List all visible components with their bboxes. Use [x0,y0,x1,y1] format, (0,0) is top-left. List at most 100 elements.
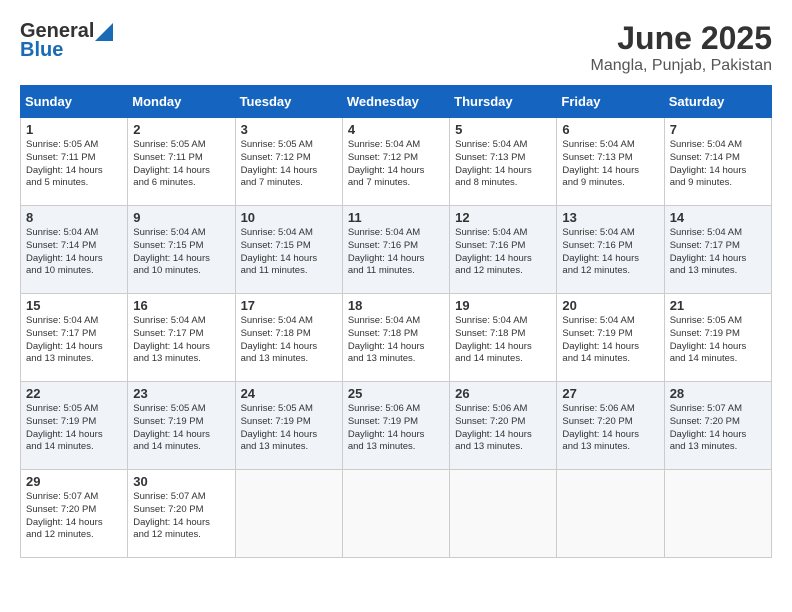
cell-info: Sunrise: 5:07 AMSunset: 7:20 PMDaylight:… [670,403,766,454]
calendar-cell: 7Sunrise: 5:04 AMSunset: 7:14 PMDaylight… [664,118,771,206]
col-header-saturday: Saturday [664,86,771,118]
calendar-cell: 11Sunrise: 5:04 AMSunset: 7:16 PMDayligh… [342,206,449,294]
day-number: 23 [133,386,229,401]
day-number: 20 [562,298,658,313]
cell-info: Sunrise: 5:05 AMSunset: 7:19 PMDaylight:… [241,403,337,454]
cell-info: Sunrise: 5:04 AMSunset: 7:17 PMDaylight:… [133,315,229,366]
cell-info: Sunrise: 5:05 AMSunset: 7:11 PMDaylight:… [26,139,122,190]
cell-info: Sunrise: 5:04 AMSunset: 7:16 PMDaylight:… [562,227,658,278]
calendar-cell: 24 Sunrise: 5:05 AMSunset: 7:19 PMDayligh… [235,382,342,470]
calendar-cell: 30 Sunrise: 5:07 AMSunset: 7:20 PMDayligh… [128,470,235,558]
day-number: 18 [348,298,444,313]
calendar-cell [557,470,664,558]
col-header-wednesday: Wednesday [342,86,449,118]
day-number: 3 [241,122,337,137]
cell-info: Sunrise: 5:04 AMSunset: 7:12 PMDaylight:… [348,139,444,190]
cell-info: Sunrise: 5:04 AMSunset: 7:14 PMDaylight:… [670,139,766,190]
calendar-body: 1 Sunrise: 5:05 AMSunset: 7:11 PMDaylight… [21,118,772,558]
cell-info: Sunrise: 5:04 AMSunset: 7:13 PMDaylight:… [562,139,658,190]
calendar-cell [450,470,557,558]
day-number: 11 [348,210,444,225]
day-number: 29 [26,474,122,489]
col-header-monday: Monday [128,86,235,118]
day-number: 30 [133,474,229,489]
cell-info: Sunrise: 5:05 AMSunset: 7:11 PMDaylight:… [133,139,229,190]
calendar-subtitle: Mangla, Punjab, Pakistan [591,57,772,75]
cell-info: Sunrise: 5:04 AMSunset: 7:15 PMDaylight:… [133,227,229,278]
day-number: 28 [670,386,766,401]
cell-info: Sunrise: 5:04 AMSunset: 7:16 PMDaylight:… [455,227,551,278]
cell-info: Sunrise: 5:04 AMSunset: 7:15 PMDaylight:… [241,227,337,278]
calendar-cell: 21Sunrise: 5:05 AMSunset: 7:19 PMDayligh… [664,294,771,382]
col-header-sunday: Sunday [21,86,128,118]
day-number: 9 [133,210,229,225]
calendar-row-2: 15 Sunrise: 5:04 AMSunset: 7:17 PMDayligh… [21,294,772,382]
cell-info: Sunrise: 5:04 AMSunset: 7:19 PMDaylight:… [562,315,658,366]
title-area: June 2025 Mangla, Punjab, Pakistan [591,20,772,75]
calendar-row-0: 1 Sunrise: 5:05 AMSunset: 7:11 PMDaylight… [21,118,772,206]
day-number: 5 [455,122,551,137]
cell-info: Sunrise: 5:04 AMSunset: 7:17 PMDaylight:… [26,315,122,366]
calendar-cell: 12 Sunrise: 5:04 AMSunset: 7:16 PMDayligh… [450,206,557,294]
calendar-cell: 6 Sunrise: 5:04 AMSunset: 7:13 PMDaylight… [557,118,664,206]
calendar-cell: 2Sunrise: 5:05 AMSunset: 7:11 PMDaylight… [128,118,235,206]
day-number: 13 [562,210,658,225]
calendar-cell: 10 Sunrise: 5:04 AMSunset: 7:15 PMDayligh… [235,206,342,294]
calendar-cell: 25 Sunrise: 5:06 AMSunset: 7:19 PMDayligh… [342,382,449,470]
calendar-cell: 4Sunrise: 5:04 AMSunset: 7:12 PMDaylight… [342,118,449,206]
cell-info: Sunrise: 5:04 AMSunset: 7:18 PMDaylight:… [241,315,337,366]
day-number: 15 [26,298,122,313]
cell-info: Sunrise: 5:07 AMSunset: 7:20 PMDaylight:… [26,491,122,542]
cell-info: Sunrise: 5:07 AMSunset: 7:20 PMDaylight:… [133,491,229,542]
calendar-cell: 28 Sunrise: 5:07 AMSunset: 7:20 PMDayligh… [664,382,771,470]
calendar-cell [235,470,342,558]
day-number: 16 [133,298,229,313]
day-number: 6 [562,122,658,137]
logo: General Blue [20,20,113,62]
day-number: 12 [455,210,551,225]
calendar-row-4: 29 Sunrise: 5:07 AMSunset: 7:20 PMDayligh… [21,470,772,558]
logo-triangle-icon [95,23,113,41]
day-number: 17 [241,298,337,313]
header: General Blue June 2025 Mangla, Punjab, P… [20,20,772,75]
calendar-cell: 22Sunrise: 5:05 AMSunset: 7:19 PMDayligh… [21,382,128,470]
calendar-cell: 3Sunrise: 5:05 AMSunset: 7:12 PMDaylight… [235,118,342,206]
cell-info: Sunrise: 5:06 AMSunset: 7:19 PMDaylight:… [348,403,444,454]
calendar-cell: 9 Sunrise: 5:04 AMSunset: 7:15 PMDaylight… [128,206,235,294]
cell-info: Sunrise: 5:06 AMSunset: 7:20 PMDaylight:… [455,403,551,454]
calendar-cell: 23Sunrise: 5:05 AMSunset: 7:19 PMDayligh… [128,382,235,470]
cell-info: Sunrise: 5:06 AMSunset: 7:20 PMDaylight:… [562,403,658,454]
calendar-row-1: 8 Sunrise: 5:04 AMSunset: 7:14 PMDaylight… [21,206,772,294]
calendar-cell: 20 Sunrise: 5:04 AMSunset: 7:19 PMDayligh… [557,294,664,382]
calendar-cell: 27Sunrise: 5:06 AMSunset: 7:20 PMDayligh… [557,382,664,470]
calendar-cell: 8 Sunrise: 5:04 AMSunset: 7:14 PMDaylight… [21,206,128,294]
calendar-cell [664,470,771,558]
calendar-cell: 14 Sunrise: 5:04 AMSunset: 7:17 PMDayligh… [664,206,771,294]
day-number: 25 [348,386,444,401]
calendar-cell: 15 Sunrise: 5:04 AMSunset: 7:17 PMDayligh… [21,294,128,382]
cell-info: Sunrise: 5:05 AMSunset: 7:19 PMDaylight:… [26,403,122,454]
calendar-cell: 16 Sunrise: 5:04 AMSunset: 7:17 PMDayligh… [128,294,235,382]
cell-info: Sunrise: 5:04 AMSunset: 7:14 PMDaylight:… [26,227,122,278]
cell-info: Sunrise: 5:04 AMSunset: 7:18 PMDaylight:… [348,315,444,366]
day-number: 1 [26,122,122,137]
day-number: 26 [455,386,551,401]
day-number: 8 [26,210,122,225]
day-number: 21 [670,298,766,313]
col-header-thursday: Thursday [450,86,557,118]
calendar-cell: 26 Sunrise: 5:06 AMSunset: 7:20 PMDayligh… [450,382,557,470]
calendar-table: SundayMondayTuesdayWednesdayThursdayFrid… [20,85,772,558]
calendar-cell: 19Sunrise: 5:04 AMSunset: 7:18 PMDayligh… [450,294,557,382]
cell-info: Sunrise: 5:04 AMSunset: 7:18 PMDaylight:… [455,315,551,366]
calendar-row-3: 22Sunrise: 5:05 AMSunset: 7:19 PMDayligh… [21,382,772,470]
day-number: 10 [241,210,337,225]
calendar-header-row: SundayMondayTuesdayWednesdayThursdayFrid… [21,86,772,118]
col-header-tuesday: Tuesday [235,86,342,118]
calendar-cell: 13 Sunrise: 5:04 AMSunset: 7:16 PMDayligh… [557,206,664,294]
cell-info: Sunrise: 5:04 AMSunset: 7:17 PMDaylight:… [670,227,766,278]
calendar-cell: 1 Sunrise: 5:05 AMSunset: 7:11 PMDaylight… [21,118,128,206]
logo-blue-text: Blue [20,39,63,62]
day-number: 24 [241,386,337,401]
calendar-cell: 29 Sunrise: 5:07 AMSunset: 7:20 PMDayligh… [21,470,128,558]
day-number: 14 [670,210,766,225]
